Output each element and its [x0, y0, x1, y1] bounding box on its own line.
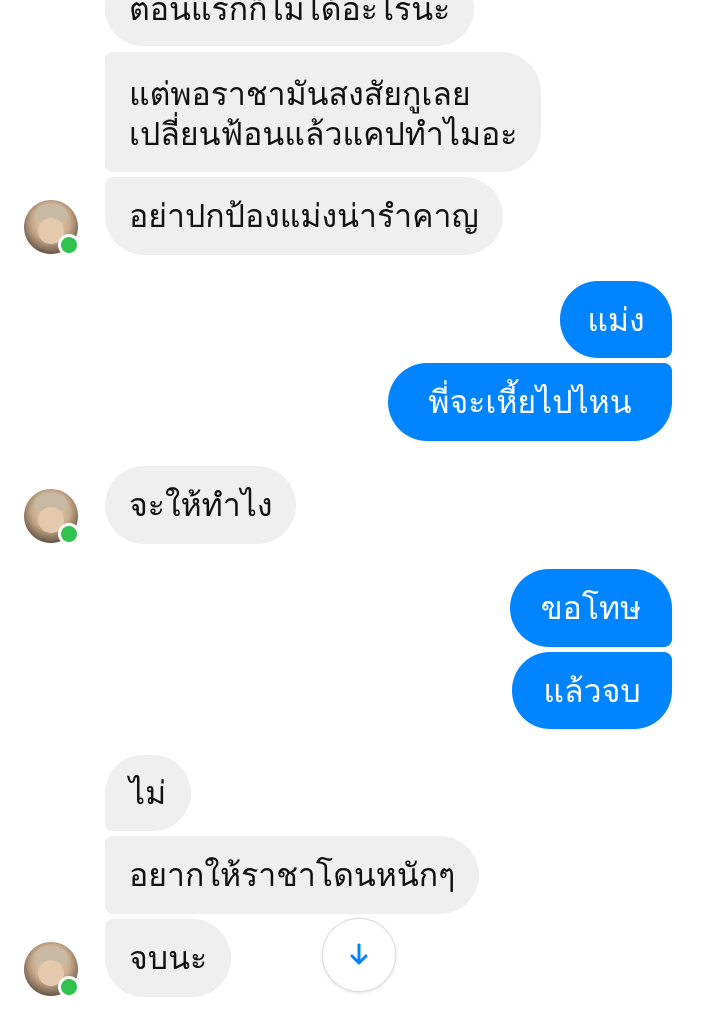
incoming-message[interactable]: จบนะ: [105, 919, 232, 997]
incoming-message[interactable]: แต่พอราชามันสงสัยกูเลย เปลี่ยนฟ้อนแล้วแค…: [105, 52, 542, 172]
contact-avatar[interactable]: [24, 200, 80, 256]
incoming-message[interactable]: ไม่: [105, 755, 191, 831]
message-text: เปลี่ยนฟ้อนแล้วแคปทำไมอะ: [129, 115, 518, 153]
online-dot-icon: [58, 234, 80, 256]
message-text: แต่พอราชามันสงสัยกูเลย: [129, 75, 471, 113]
outgoing-message[interactable]: แม่ง: [560, 281, 672, 358]
incoming-message[interactable]: อย่าปกป้องแม่งน่ารำคาญ: [105, 177, 503, 255]
arrow-down-icon: [350, 943, 368, 965]
online-dot-icon: [58, 523, 80, 545]
chat-thread: ตอนแรกก็ไม่ได้อะไรนะ แต่พอราชามันสงสัยกู…: [0, 0, 720, 1016]
outgoing-message[interactable]: พี่จะเหี้ยไปไหน: [388, 363, 672, 441]
message-text: จะให้ทำไง: [129, 486, 273, 524]
message-text: อย่าปกป้องแม่งน่ารำคาญ: [129, 197, 479, 235]
contact-avatar[interactable]: [24, 942, 80, 998]
message-text: ตอนแรกก็ไม่ได้อะไรนะ: [129, 0, 451, 28]
message-text: พี่จะเหี้ยไปไหน: [428, 383, 632, 421]
message-text: ไม่: [129, 774, 167, 812]
online-dot-icon: [58, 976, 80, 998]
contact-avatar[interactable]: [24, 489, 80, 545]
incoming-message[interactable]: จะให้ทำไง: [105, 466, 297, 544]
message-text: อยากให้ราชาโดนหนักๆ: [129, 856, 456, 894]
message-text: แล้วจบ: [543, 671, 641, 710]
outgoing-message[interactable]: แล้วจบ: [512, 652, 672, 729]
message-text: จบนะ: [129, 939, 208, 977]
incoming-message[interactable]: อยากให้ราชาโดนหนักๆ: [105, 836, 480, 914]
message-text: แม่ง: [587, 300, 645, 339]
outgoing-message[interactable]: ขอโทษ: [510, 569, 672, 647]
message-text: ขอโทษ: [540, 589, 642, 627]
incoming-message[interactable]: ตอนแรกก็ไม่ได้อะไรนะ: [105, 0, 475, 46]
scroll-to-bottom-button[interactable]: [322, 918, 396, 992]
